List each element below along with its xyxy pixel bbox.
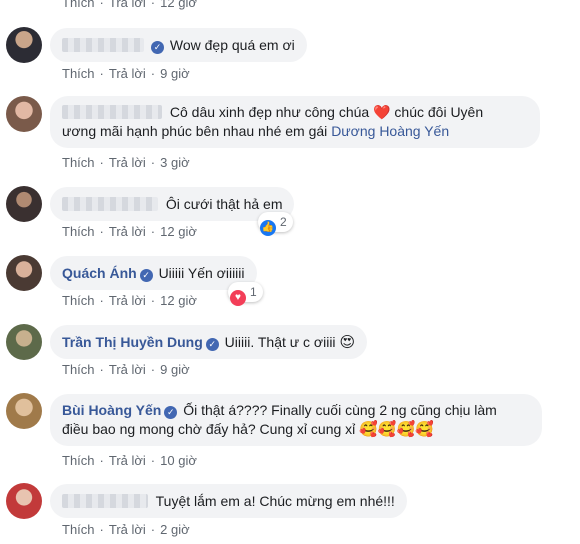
comment-bubble: Bùi Hoàng Yến ✓ Ối thật á???? Finally cuố… bbox=[50, 394, 542, 446]
comment-text: ương mãi hạnh phúc bên nhau nhé em gái bbox=[62, 123, 328, 139]
tagged-user-link[interactable]: Dương Hoàng Yến bbox=[331, 123, 449, 139]
verified-icon: ✓ bbox=[205, 338, 219, 351]
like-link[interactable]: Thích bbox=[62, 453, 95, 468]
reaction-count[interactable]: ♥ 1 bbox=[228, 282, 263, 306]
like-link[interactable]: Thích bbox=[62, 293, 95, 308]
timestamp[interactable]: 10 giờ bbox=[160, 453, 197, 468]
like-icon: 👍 bbox=[260, 220, 276, 236]
comment-bubble: ✓ Wow đẹp quá em ơi bbox=[50, 28, 307, 62]
smiling-hearts-emoji: 🥰🥰🥰🥰 bbox=[359, 421, 434, 438]
comment-text: Cô dâu xinh đẹp như công chúa bbox=[169, 104, 370, 120]
timestamp[interactable]: 3 giờ bbox=[160, 155, 190, 170]
reply-link[interactable]: Trả lời bbox=[109, 453, 146, 468]
blurred-name[interactable] bbox=[62, 38, 144, 52]
comment-text: Ối thật á???? Finally cuối cùng 2 ng cũn… bbox=[183, 402, 497, 418]
timestamp[interactable]: 9 giờ bbox=[160, 362, 190, 377]
heart-eyes-emoji: 😍 bbox=[339, 334, 356, 351]
commenter-name[interactable]: Bùi Hoàng Yến bbox=[62, 402, 161, 418]
timestamp[interactable]: 2 giờ bbox=[160, 522, 190, 537]
like-link[interactable]: Thích bbox=[62, 155, 95, 170]
avatar[interactable] bbox=[6, 393, 42, 429]
like-link[interactable]: Thích bbox=[62, 0, 95, 10]
like-link[interactable]: Thích bbox=[62, 66, 95, 81]
action-row: Thích · Trả lời · 12 giờ bbox=[62, 293, 197, 308]
reply-link[interactable]: Trả lời bbox=[109, 0, 146, 10]
blurred-name[interactable] bbox=[62, 197, 158, 211]
timestamp[interactable]: 12 giờ bbox=[160, 293, 197, 308]
timestamp[interactable]: 9 giờ bbox=[160, 66, 190, 81]
reply-link[interactable]: Trả lời bbox=[109, 293, 146, 308]
comment-bubble: Tuyệt lắm em a! Chúc mừng em nhé!!! bbox=[50, 484, 407, 518]
comment-bubble: Cô dâu xinh đẹp như công chúa ❤️ chúc đô… bbox=[50, 96, 540, 148]
blurred-name[interactable] bbox=[62, 105, 162, 119]
avatar[interactable] bbox=[6, 96, 42, 132]
reply-link[interactable]: Trả lời bbox=[109, 362, 146, 377]
action-row: Thích · Trả lời · 2 giờ bbox=[62, 522, 190, 537]
like-link[interactable]: Thích bbox=[62, 522, 95, 537]
verified-icon: ✓ bbox=[151, 41, 164, 54]
like-link[interactable]: Thích bbox=[62, 224, 95, 239]
reply-link[interactable]: Trả lời bbox=[109, 66, 146, 81]
comment-bubble: Trần Thị Huyền Dung ✓ Uiiiii. Thật ư c ơi… bbox=[50, 325, 368, 359]
avatar[interactable] bbox=[6, 255, 42, 291]
reply-link[interactable]: Trả lời bbox=[109, 155, 146, 170]
action-row: Thích · Trả lời · 3 giờ bbox=[62, 155, 190, 170]
verified-icon: ✓ bbox=[139, 269, 153, 282]
comment-text: Wow đẹp quá em ơi bbox=[169, 37, 295, 53]
comment-text: Uiiiii Yến ơiiiiii bbox=[158, 265, 245, 281]
comment-text: Uiiiii. Thật ư c ơiiii bbox=[224, 334, 336, 350]
reply-link[interactable]: Trả lời bbox=[109, 224, 146, 239]
avatar[interactable] bbox=[6, 186, 42, 222]
comment-text: chúc đôi Uyên bbox=[394, 104, 484, 120]
action-row: Thích · Trả lời · 9 giờ bbox=[62, 362, 190, 377]
action-row-partial: Thích · Trả lời · 12 giờ bbox=[62, 0, 197, 10]
blurred-name[interactable] bbox=[62, 494, 148, 508]
avatar[interactable] bbox=[6, 27, 42, 63]
timestamp[interactable]: 12 giờ bbox=[160, 224, 197, 239]
comment-text: Tuyệt lắm em a! Chúc mừng em nhé!!! bbox=[155, 493, 395, 509]
like-link[interactable]: Thích bbox=[62, 362, 95, 377]
action-row: Thích · Trả lời · 10 giờ bbox=[62, 453, 197, 468]
reply-link[interactable]: Trả lời bbox=[109, 522, 146, 537]
commenter-name[interactable]: Quách Ánh bbox=[62, 265, 137, 281]
commenter-name[interactable]: Trần Thị Huyền Dung bbox=[62, 334, 203, 350]
comment-bubble: Ôi cưới thật hả em bbox=[50, 187, 295, 221]
love-icon: ♥ bbox=[230, 290, 246, 306]
heart-emoji: ❤️ bbox=[373, 104, 391, 120]
timestamp[interactable]: 12 giờ bbox=[160, 0, 197, 10]
comment-text: điều bao ng mong chờ đấy hả? Cung xỉ cun… bbox=[62, 421, 356, 437]
avatar[interactable] bbox=[6, 483, 42, 519]
comment-bubble: Quách Ánh ✓ Uiiiii Yến ơiiiiii bbox=[50, 256, 257, 290]
action-row: Thích · Trả lời · 9 giờ bbox=[62, 66, 190, 81]
verified-icon: ✓ bbox=[164, 406, 178, 419]
avatar[interactable] bbox=[6, 324, 42, 360]
reaction-count[interactable]: 👍 2 bbox=[258, 212, 293, 236]
action-row: Thích · Trả lời · 12 giờ bbox=[62, 224, 197, 239]
comment-text: Ôi cưới thật hả em bbox=[165, 196, 283, 212]
